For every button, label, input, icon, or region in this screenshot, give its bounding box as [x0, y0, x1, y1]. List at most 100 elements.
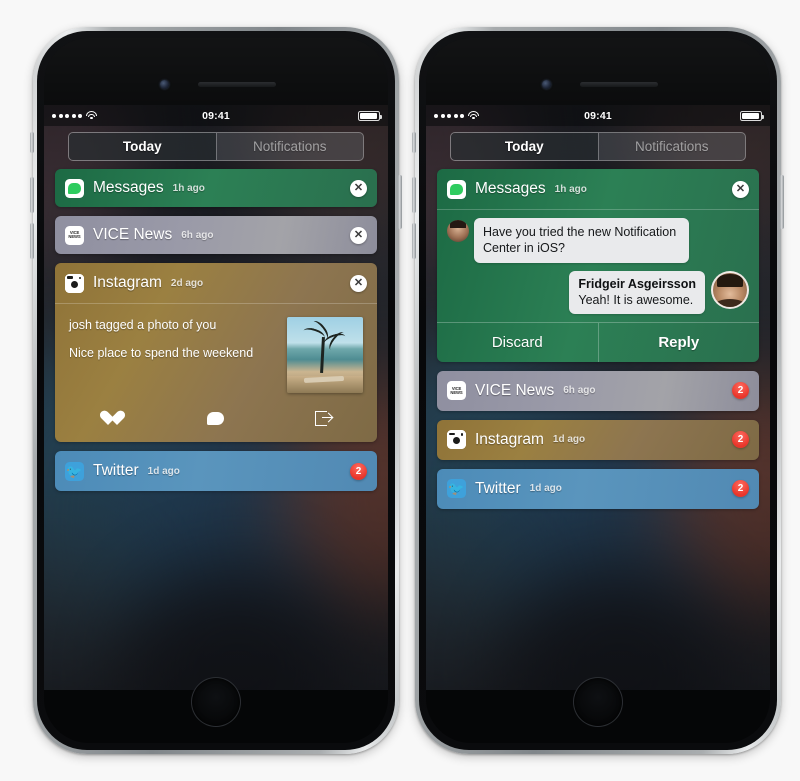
notification-card-twitter[interactable]: 🐦 Twitter 1d ago 2 [437, 468, 759, 509]
instagram-body-line-2: Nice place to spend the weekend [69, 345, 254, 360]
vice-icon-text-bottom: NEWS [68, 234, 81, 239]
notification-list-right: Messages 1h ago ✕ Have you tried the new… [426, 169, 770, 518]
instagram-icon [65, 273, 84, 293]
heart-icon [100, 411, 117, 426]
notification-list-left: Messages 1h ago ✕ VICE NEWS VICE News 6h… [44, 169, 388, 500]
silent-switch[interactable] [412, 132, 416, 153]
iphone-right: 09:41 Today Notifications Messages 1h ag… [412, 27, 784, 754]
signal-strength-icon [52, 113, 82, 118]
app-name: VICE News [93, 226, 173, 243]
status-badge: 2 [732, 382, 749, 400]
status-badge: 2 [350, 462, 367, 480]
notification-time: 1h ago [172, 182, 205, 194]
like-button[interactable] [55, 407, 162, 429]
notification-card-messages[interactable]: Messages 1h ago ✕ Have you tried the new… [437, 169, 759, 362]
notification-time: 1d ago [147, 465, 180, 477]
notification-card-vice-news[interactable]: VICE NEWS VICE News 6h ago 2 [437, 370, 759, 411]
instagram-body-line-1: josh tagged a photo of you [69, 318, 217, 332]
signal-strength-icon [434, 113, 464, 118]
contact-avatar-small [447, 220, 469, 242]
message-sender: Fridgeir Asgeirsson [578, 276, 696, 291]
notification-card-vice-news[interactable]: VICE NEWS VICE News 6h ago ✕ [55, 216, 377, 254]
notification-card-messages[interactable]: Messages 1h ago ✕ [55, 169, 377, 207]
phone-body: 09:41 Today Notifications Messages 1h ag… [419, 31, 777, 750]
message-bubble-outgoing: Fridgeir Asgeirsson Yeah! It is awesome. [569, 270, 705, 314]
wifi-icon [86, 111, 97, 120]
instagram-icon [447, 430, 466, 450]
contact-avatar-large [711, 270, 749, 309]
twitter-icon: 🐦 [65, 461, 84, 481]
status-bar-time: 09:41 [202, 109, 230, 122]
notification-time: 6h ago [563, 385, 596, 397]
power-button[interactable] [780, 175, 784, 229]
vice-news-icon: VICE NEWS [447, 381, 466, 401]
close-icon[interactable]: ✕ [732, 180, 749, 198]
battery-icon [740, 110, 764, 121]
tab-today[interactable]: Today [451, 133, 598, 160]
battery-icon [358, 110, 382, 121]
close-icon[interactable]: ✕ [350, 226, 367, 244]
notification-time: 1d ago [552, 434, 586, 446]
status-badge: 2 [732, 431, 749, 449]
notification-card-instagram[interactable]: Instagram 1d ago 2 [437, 419, 759, 460]
comment-button[interactable] [162, 407, 269, 429]
discard-button[interactable]: Discard [437, 323, 598, 362]
notification-time: 6h ago [181, 229, 214, 241]
wifi-icon [468, 111, 479, 120]
front-camera-icon [542, 80, 551, 89]
speech-bubble-icon [207, 411, 225, 425]
app-name: Instagram [93, 274, 162, 291]
message-action-buttons: Discard Reply [437, 321, 760, 362]
volume-down-button[interactable] [412, 223, 416, 259]
instagram-actions [55, 393, 377, 442]
reply-button[interactable]: Reply [599, 323, 760, 362]
app-name: Messages [475, 180, 546, 197]
volume-up-button[interactable] [412, 177, 416, 213]
twitter-icon: 🐦 [447, 479, 466, 499]
notification-card-instagram[interactable]: Instagram 2d ago ✕ josh tagged a photo o… [55, 263, 377, 442]
screen-left: 09:41 Today Notifications Messages 1h ag… [44, 105, 388, 690]
close-icon[interactable]: ✕ [350, 179, 367, 197]
close-icon[interactable]: ✕ [350, 274, 367, 292]
volume-down-button[interactable] [30, 223, 34, 259]
message-thread: Have you tried the new Notification Cent… [437, 210, 759, 314]
phone-body: 09:41 Today Notifications Messages 1h ag… [37, 31, 395, 750]
notification-time: 1h ago [554, 183, 587, 195]
screenshot-stage: 09:41 Today Notifications Messages 1h ag… [0, 0, 800, 781]
app-name: Twitter [475, 479, 521, 497]
message-bubble-incoming: Have you tried the new Notification Cent… [474, 218, 689, 263]
message-text: Yeah! It is awesome. [578, 292, 694, 307]
tab-notifications[interactable]: Notifications [217, 133, 364, 160]
segmented-control[interactable]: Today Notifications [68, 132, 364, 161]
home-button[interactable] [573, 677, 623, 727]
volume-up-button[interactable] [30, 177, 34, 213]
segmented-control[interactable]: Today Notifications [450, 132, 746, 161]
earpiece-speaker-icon [580, 82, 658, 87]
notification-card-twitter[interactable]: 🐦 Twitter 1d ago 2 [55, 451, 377, 491]
screen-right: 09:41 Today Notifications Messages 1h ag… [426, 105, 770, 690]
share-icon [314, 410, 332, 426]
app-name: Instagram [475, 430, 544, 448]
tab-today[interactable]: Today [69, 133, 216, 160]
beach-palm-tree-photo[interactable] [287, 317, 363, 393]
segmented-control-wrap: Today Notifications [44, 126, 388, 169]
share-button[interactable] [270, 407, 377, 429]
vice-news-icon: VICE NEWS [65, 225, 84, 245]
power-button[interactable] [398, 175, 402, 229]
notification-time: 2d ago [170, 277, 204, 289]
status-bar: 09:41 [426, 105, 770, 126]
tab-notifications[interactable]: Notifications [599, 133, 746, 160]
phone-glass: 09:41 Today Notifications Messages 1h ag… [44, 38, 388, 743]
silent-switch[interactable] [30, 132, 34, 153]
status-badge: 2 [732, 480, 749, 498]
app-name: Messages [93, 179, 164, 196]
status-bar-time: 09:41 [584, 109, 612, 122]
home-button[interactable] [191, 677, 241, 727]
earpiece-speaker-icon [198, 82, 276, 87]
vice-icon-text-bottom: NEWS [450, 389, 463, 395]
notification-time: 1d ago [529, 483, 562, 495]
instagram-body: josh tagged a photo of you Nice place to… [55, 304, 377, 393]
phone-glass: 09:41 Today Notifications Messages 1h ag… [426, 38, 770, 743]
iphone-left: 09:41 Today Notifications Messages 1h ag… [30, 27, 402, 754]
app-name: VICE News [475, 381, 555, 399]
